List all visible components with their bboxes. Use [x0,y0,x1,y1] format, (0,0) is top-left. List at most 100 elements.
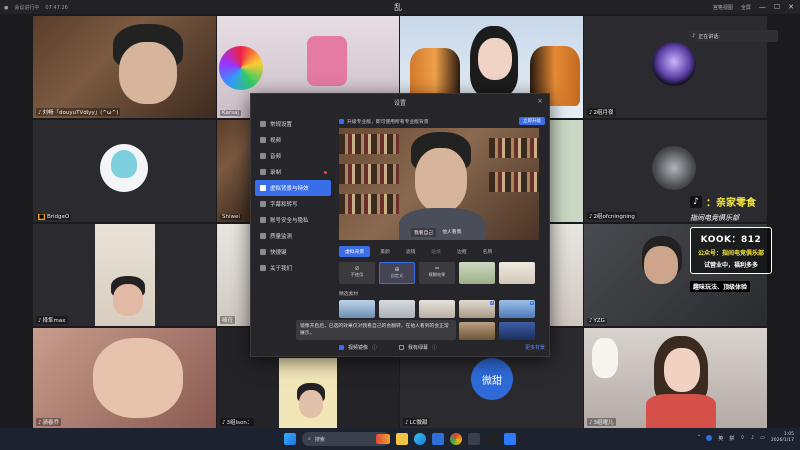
dialog-title: 设置 [393,100,406,107]
bg-thumbnail[interactable] [339,300,375,318]
vip-badge: V [489,301,494,305]
app-icon[interactable] [432,433,444,445]
caption-icon [260,201,266,207]
meeting-status: 会议进行中 [14,5,40,11]
headphone-icon [260,153,266,159]
minimize-icon[interactable]: — [759,3,766,11]
sidebar-item-captions[interactable]: 字幕和转写 [255,196,331,212]
tab-sticker[interactable]: 贴纸 [425,246,447,257]
bg-thumbnail[interactable]: V [499,300,535,318]
keyboard-icon [260,249,266,255]
bg-thumbnail[interactable] [379,300,415,318]
monitor-icon [260,233,266,239]
speaking-indicator: ♪ 正在讲话: [688,30,778,42]
video-tile[interactable]: ♪择隼max [33,224,216,326]
avatar: 微甜 [471,358,513,400]
bg-image-option[interactable] [459,262,495,284]
tab-frame[interactable]: 边框 [451,246,473,257]
app-icon[interactable] [486,433,498,445]
blur-icon: ≈ [434,265,440,272]
vip-badge: V [529,301,534,305]
sidebar-item-about[interactable]: 关于我们 [255,260,331,276]
more-backgrounds-link[interactable]: 更多背景 [525,344,545,351]
participant-name: LC微甜 [409,420,428,426]
sidebar-item-video[interactable]: 视频 [255,132,331,148]
crown-icon [339,118,344,124]
sidebar-item-audio[interactable]: 音频 [255,148,331,164]
none-icon: ⊘ [354,265,360,272]
search-icon: ⌕ [308,436,311,442]
tab-view-others[interactable]: 他人看我 [442,228,461,237]
windows-start-icon[interactable] [284,433,296,445]
sidebar-item-record[interactable]: 录制 [255,164,331,180]
grid-view-button[interactable]: 宫格视图 [713,4,733,11]
mirror-checkbox[interactable] [339,344,344,350]
file-explorer-icon[interactable] [396,433,408,445]
video-tile[interactable] [550,224,583,326]
user-badge-icon: ■ [38,214,46,220]
participant-name: YZG [593,318,605,324]
upgrade-button[interactable]: 立即升级 [519,117,545,125]
app-tray-icon[interactable] [706,435,713,441]
lang-indicator[interactable]: 英 [718,435,723,442]
bg-custom-option[interactable]: ⊕ 自定义 [379,262,415,284]
video-tile[interactable]: ♪骑春乔 [33,328,216,428]
participant-name: 刘畅「douyuTVdiyy」(^ω^) [42,110,119,116]
info-icon[interactable]: ⓘ [432,344,437,351]
maximize-icon[interactable]: ☐ [774,3,780,11]
edge-icon[interactable] [414,433,426,445]
settings-content: 升级专业版，即可使用所有专业版背景 立即升级 我看自己 他人看我 虚拟背景 美颜… [339,116,545,340]
chevron-up-icon[interactable]: ˄ [698,435,701,441]
video-tile[interactable] [550,120,583,222]
participant-name: 2组ofcningning [593,214,635,220]
tab-view-self[interactable]: 我看自己 [411,228,437,237]
bg-thumbnail[interactable] [499,322,535,340]
bg-image-option[interactable] [499,262,535,284]
tab-beauty[interactable]: 美颜 [374,246,396,257]
mic-icon: ♪ [589,318,593,324]
chrome-icon[interactable] [450,433,462,445]
close-icon[interactable]: × [537,97,543,105]
battery-icon[interactable]: ▭ [760,435,765,441]
participant-name: 择隼max [42,318,66,324]
volume-icon[interactable]: ♪ [751,435,754,441]
green-screen-label: 我有绿幕 [408,344,429,351]
bg-thumbnail[interactable] [419,300,455,318]
tab-filter[interactable]: 滤镜 [400,246,422,257]
fullscreen-button[interactable]: 全屏 [741,4,751,11]
meeting-top-bar: ● 会议进行中 07:47:26 乱 宫格视图 全屏 — ☐ ✕ [0,0,800,14]
upgrade-banner: 升级专业版，即可使用所有专业版背景 立即升级 [339,116,545,126]
sidebar-item-security[interactable]: 账号安全与隐私 [255,212,331,228]
info-icon[interactable]: ⓘ [372,344,377,351]
notification-dot [324,170,327,174]
widgets-icon[interactable] [376,434,390,444]
wifi-icon[interactable]: ⌔ [740,435,745,441]
participant-name: 2组月夜 [593,110,614,116]
bg-blur-option[interactable]: ≈ 模糊效果 [419,262,455,284]
ime-indicator[interactable]: 拼 [729,435,734,442]
bg-thumbnail[interactable]: V [459,300,495,318]
promo-overlay: ♪ ：亲家零食 指间电竞俱乐部 KOOK：812 公众号：指间电竞俱乐部 试营业中… [690,194,800,293]
tab-virtual-background[interactable]: 虚拟背景 [339,246,371,257]
app-icon[interactable] [468,433,480,445]
video-tile[interactable]: 绮莅 [217,224,251,326]
mic-icon: ♪ [589,420,593,426]
participant-name: 骑春乔 [42,420,60,426]
sidebar-item-general[interactable]: 常规设置 [255,116,331,132]
sidebar-item-virtual-background[interactable]: 虚拟背景与特效 [255,180,331,196]
video-tile[interactable]: ♪3组曜儿 [584,328,767,428]
close-icon[interactable]: ✕ [788,3,794,11]
sidebar-item-quality[interactable]: 质量监测 [255,228,331,244]
bg-none-option[interactable]: ⊘ 不使用 [339,262,375,284]
sidebar-item-shortcuts[interactable]: 快捷键 [255,244,331,260]
bg-thumbnail[interactable] [459,322,495,340]
system-clock[interactable]: 1:05 2026/1/17 [771,432,794,444]
tab-nameplate[interactable]: 名牌 [477,246,499,257]
video-tile[interactable]: Shiwei [217,120,251,222]
meeting-app-icon[interactable] [504,433,516,445]
mic-icon: ♪ [589,110,593,116]
effects-tabs: 虚拟背景 美颜 滤镜 贴纸 边框 名牌 [339,246,545,257]
green-screen-checkbox[interactable] [399,344,405,350]
video-tile[interactable]: ♪刘畅「douyuTVdiyy」(^ω^) [33,16,216,118]
video-tile[interactable]: ■ BridgeO [33,120,216,222]
